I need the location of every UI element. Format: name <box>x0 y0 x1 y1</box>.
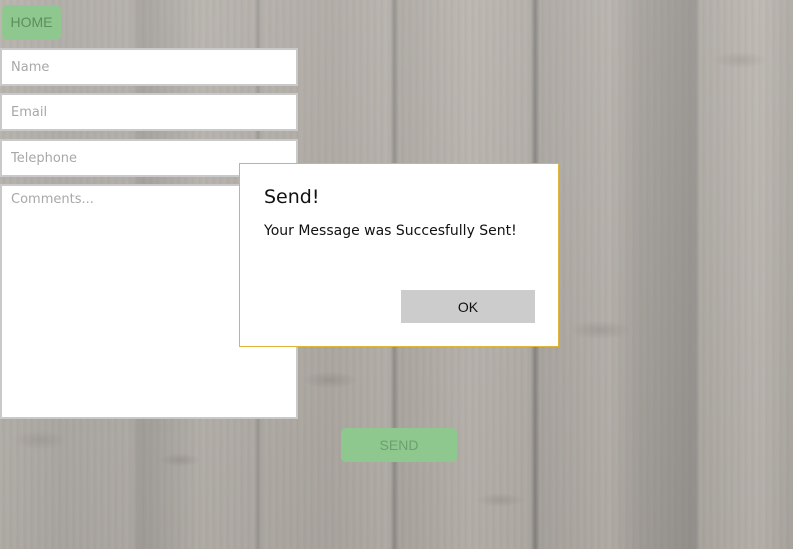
name-field[interactable] <box>0 48 298 86</box>
dialog-message: Your Message was Succesfully Sent! <box>264 223 517 239</box>
contact-page: HOME SEND Send! Your Message was Succesf… <box>0 0 793 549</box>
email-field[interactable] <box>0 93 298 131</box>
send-button[interactable]: SEND <box>341 428 457 462</box>
dialog-title: Send! <box>264 186 320 208</box>
ok-button[interactable]: OK <box>401 290 535 323</box>
home-button[interactable]: HOME <box>2 5 61 40</box>
message-sent-dialog: Send! Your Message was Succesfully Sent!… <box>239 163 559 347</box>
